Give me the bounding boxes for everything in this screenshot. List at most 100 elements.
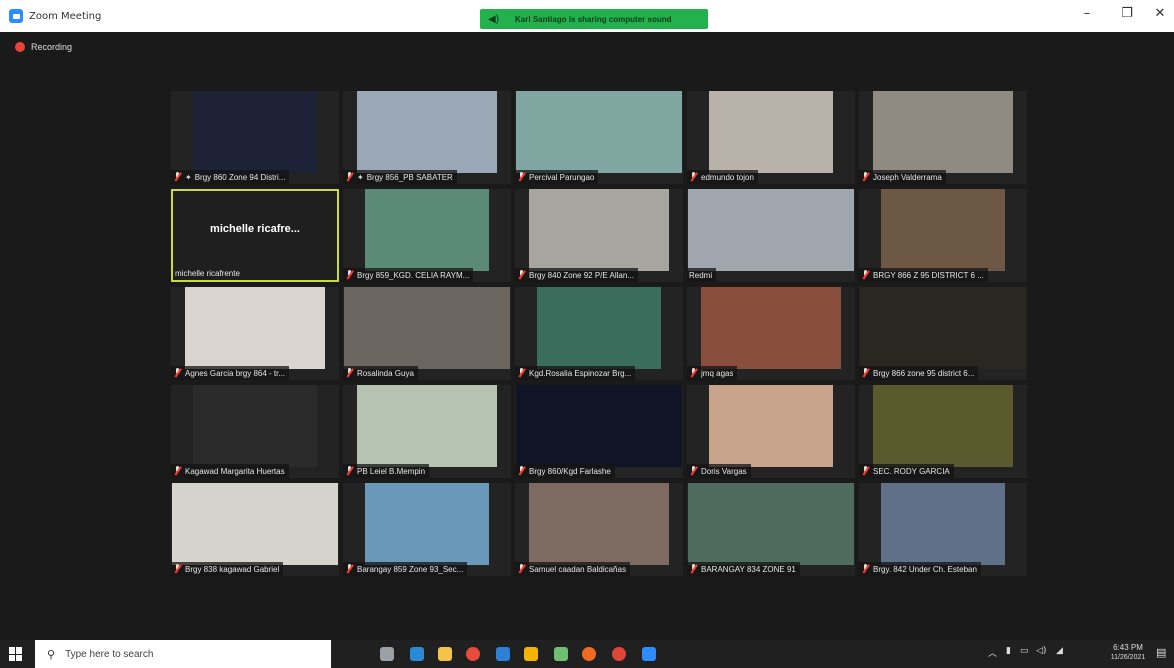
participant-name: Brgy 860 Zone 94 Distri... (194, 172, 286, 182)
participant-video (185, 287, 325, 369)
muted-mic-icon (173, 564, 182, 574)
participant-tile[interactable]: Brgy 840 Zone 92 P/E Allan... (515, 189, 683, 282)
clock-time: 6:43 PM (1113, 643, 1143, 652)
participant-tile[interactable]: BRGY 866 Z 95 DISTRICT 6 ... (859, 189, 1027, 282)
participant-name: SEC. RODY GARCIA (873, 466, 950, 476)
participant-tile[interactable]: Kagawad Margarita Huertas (171, 385, 339, 478)
participant-tile[interactable]: jmq agas (687, 287, 855, 380)
participant-name: Kagawad Margarita Huertas (185, 466, 285, 476)
muted-mic-icon (861, 466, 870, 476)
participant-label: Brgy 838 kagawad Gabriel (171, 562, 284, 576)
participant-video (873, 385, 1013, 467)
participant-label: Brgy 859_KGD. CELIA RAYM... (343, 268, 474, 282)
windows-start-icon[interactable] (9, 647, 23, 661)
sharing-banner[interactable]: ◀) Karl Santiago is sharing computer sou… (480, 9, 708, 29)
participant-tile[interactable]: Samuel caadan Baldicañas (515, 483, 683, 576)
muted-mic-icon (861, 564, 870, 574)
muted-mic-icon (861, 270, 870, 280)
muted-mic-icon (861, 172, 870, 182)
participant-label: Barangay 859 Zone 93_Sec... (343, 562, 468, 576)
participant-tile[interactable]: ✦ Brgy 856_PB SABATER (343, 91, 511, 184)
taskbar-clock[interactable]: 6:43 PM 11/26/2021 (1108, 643, 1148, 661)
participant-tile[interactable]: edmundo tojon (687, 91, 855, 184)
participant-label: Percival Parungao (515, 170, 599, 184)
muted-mic-icon (345, 466, 354, 476)
meeting-area: Recording ✦ Brgy 860 Zone 94 Distri... ✦ Br… (0, 32, 1174, 640)
participant-name: Doris Vargas (701, 466, 747, 476)
participant-tile[interactable]: Barangay 859 Zone 93_Sec... (343, 483, 511, 576)
participant-tile[interactable]: Brgy. 842 Under Ch. Esteban (859, 483, 1027, 576)
restore-button[interactable]: ❐ (1115, 6, 1139, 21)
participant-name: Brgy 840 Zone 92 P/E Allan... (529, 270, 634, 280)
muted-mic-icon (173, 172, 182, 182)
network-icon[interactable]: ◢ (1056, 646, 1063, 656)
participant-video (529, 483, 669, 565)
file-explorer-icon[interactable] (438, 647, 452, 661)
participant-tile[interactable]: Redmi (687, 189, 855, 282)
participant-label: Brgy. 842 Under Ch. Esteban (859, 562, 981, 576)
volume-icon[interactable]: ◁) (1036, 646, 1046, 656)
muted-mic-icon (345, 368, 354, 378)
chrome-icon[interactable] (466, 647, 480, 661)
participant-tile[interactable]: Percival Parungao (515, 91, 683, 184)
muted-mic-icon (517, 172, 526, 182)
battery-icon[interactable]: ▭ (1020, 646, 1029, 656)
notifications-icon[interactable]: ▤ (1156, 646, 1166, 659)
minimize-button[interactable]: – (1075, 6, 1099, 21)
tray-app-icon[interactable]: ▮ (1006, 646, 1011, 656)
participant-video (537, 287, 661, 369)
participant-video (344, 287, 510, 369)
files-icon[interactable] (524, 647, 538, 661)
close-button[interactable]: ✕ (1148, 6, 1172, 21)
muted-mic-icon (517, 564, 526, 574)
participant-tile[interactable]: PB Leiel B.Mempin (343, 385, 511, 478)
participant-label: Redmi (687, 268, 717, 282)
taskbar-search-box[interactable]: ⚲ Type here to search (35, 640, 331, 668)
outlook-icon[interactable] (496, 647, 510, 661)
windows-taskbar: ⚲ Type here to search ︿ ▮ ▭ ◁) ◢ 6:43 PM… (0, 640, 1174, 668)
muted-mic-icon (689, 172, 698, 182)
participant-tile[interactable]: Agnes Garcia brgy 864 - tr... (171, 287, 339, 380)
task-view-icon[interactable] (380, 647, 394, 661)
participant-name: Brgy. 842 Under Ch. Esteban (873, 564, 977, 574)
participant-name: Brgy 860/Kgd Farlashe (529, 466, 611, 476)
participant-tile[interactable]: Kgd.Rosalia Espinozar Brg... (515, 287, 683, 380)
participant-name: Samuel caadan Baldicañas (529, 564, 626, 574)
participant-name: edmundo tojon (701, 172, 754, 182)
edge-icon[interactable] (410, 647, 424, 661)
firefox-icon[interactable] (582, 647, 596, 661)
participant-tile[interactable]: Brgy 860/Kgd Farlashe (515, 385, 683, 478)
chrome-alt-icon[interactable] (612, 647, 626, 661)
participant-tile[interactable]: ✦ Brgy 860 Zone 94 Distri... (171, 91, 339, 184)
participant-label: BRGY 866 Z 95 DISTRICT 6 ... (859, 268, 988, 282)
snip-icon[interactable] (554, 647, 568, 661)
participant-video (529, 189, 669, 271)
participant-label: Rosalinda Guya (343, 366, 418, 380)
active-speaker-tile[interactable]: michelle ricafre... michelle ricafrente (171, 189, 339, 282)
participant-label: Samuel caadan Baldicañas (515, 562, 630, 576)
participant-video (516, 91, 682, 173)
participant-name: BRGY 866 Z 95 DISTRICT 6 ... (873, 270, 984, 280)
participant-label: ✦ Brgy 860 Zone 94 Distri... (171, 170, 290, 184)
participant-name: BARANGAY 834 ZONE 91 (701, 564, 796, 574)
participant-name: Rosalinda Guya (357, 368, 414, 378)
muted-mic-icon (345, 270, 354, 280)
participant-tile[interactable]: SEC. RODY GARCIA (859, 385, 1027, 478)
zoom-icon[interactable] (642, 647, 656, 661)
participant-label: Brgy 860/Kgd Farlashe (515, 464, 615, 478)
recording-indicator[interactable]: Recording (15, 42, 72, 52)
participant-video (709, 91, 833, 173)
zoom-logo-icon (9, 9, 23, 23)
participant-video (709, 385, 833, 467)
participant-label: michelle ricafrente (173, 266, 244, 280)
participant-video (357, 91, 497, 173)
participant-tile[interactable]: Joseph Valderrama (859, 91, 1027, 184)
participant-tile[interactable]: Brgy 838 kagawad Gabriel (171, 483, 339, 576)
participant-tile[interactable]: Doris Vargas (687, 385, 855, 478)
participant-tile[interactable]: Brgy 859_KGD. CELIA RAYM... (343, 189, 511, 282)
participant-tile[interactable]: BARANGAY 834 ZONE 91 (687, 483, 855, 576)
participant-tile[interactable]: Brgy 866 zone 95 district 6... (859, 287, 1027, 380)
participant-tile[interactable]: Rosalinda Guya (343, 287, 511, 380)
tray-chevron-icon[interactable]: ︿ (988, 646, 997, 659)
participant-name: Brgy 856_PB SABATER (366, 172, 453, 182)
